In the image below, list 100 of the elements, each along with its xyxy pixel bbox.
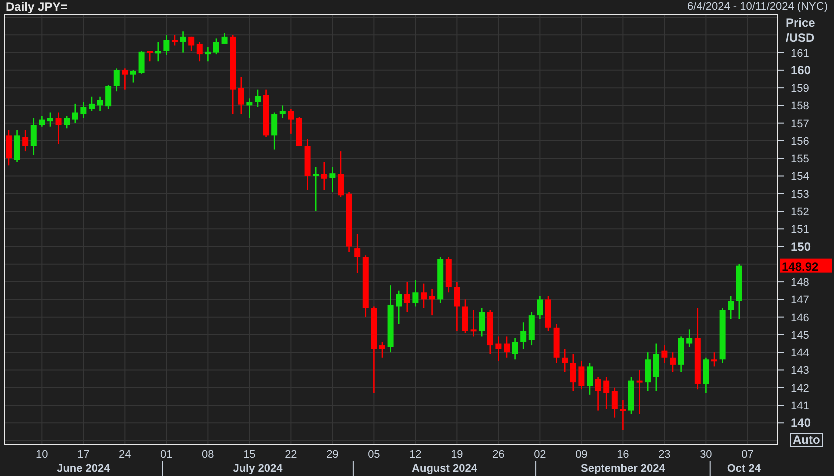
candlestick bbox=[404, 282, 410, 312]
y-axis-label: 146 bbox=[791, 312, 810, 324]
y-axis-label: 159 bbox=[791, 83, 810, 96]
month-label: June 2024 bbox=[57, 463, 110, 475]
candlestick bbox=[272, 112, 278, 150]
candlestick bbox=[578, 361, 585, 390]
candlestick bbox=[703, 358, 710, 394]
candlestick bbox=[196, 42, 203, 62]
candlestick bbox=[504, 336, 510, 358]
candlestick bbox=[238, 77, 244, 115]
candlestick bbox=[604, 377, 610, 410]
candlestick bbox=[462, 300, 468, 334]
candlestick bbox=[114, 68, 120, 92]
candlestick bbox=[487, 310, 494, 354]
month-label: Oct 24 bbox=[727, 463, 761, 475]
candlestick bbox=[130, 70, 136, 83]
auto-scale-button[interactable]: Auto bbox=[790, 433, 824, 447]
candlestick bbox=[528, 312, 535, 346]
x-axis-label: 07 bbox=[742, 449, 754, 461]
x-axis-label: 23 bbox=[658, 449, 671, 461]
chart-title: Daily JPY= bbox=[6, 0, 68, 14]
candlestick bbox=[88, 96, 95, 111]
date-range: 6/4/2024 - 10/11/2024 (NYC) bbox=[688, 1, 828, 13]
candlestick bbox=[520, 322, 527, 350]
y-axis-label: 160 bbox=[791, 63, 812, 78]
x-axis-label: 17 bbox=[78, 449, 90, 461]
y-axis-label: 151 bbox=[791, 224, 810, 236]
y-axis-label: 154 bbox=[791, 171, 810, 184]
y-axis-label: 150 bbox=[791, 240, 812, 254]
candlestick bbox=[213, 38, 220, 55]
candlestick bbox=[205, 48, 212, 62]
x-axis-label: 15 bbox=[244, 449, 256, 461]
candlestick bbox=[628, 377, 634, 414]
y-axis-label: 148 bbox=[791, 277, 810, 290]
y-axis-label: 153 bbox=[791, 188, 810, 201]
candlestick bbox=[570, 354, 576, 392]
y-axis-label: 143 bbox=[791, 365, 810, 378]
x-axis-label: 24 bbox=[119, 449, 132, 461]
candlestick bbox=[537, 296, 544, 320]
x-axis-label: 29 bbox=[326, 449, 339, 461]
candlestick bbox=[22, 130, 29, 152]
candlestick bbox=[421, 284, 427, 308]
candlestick bbox=[280, 106, 286, 118]
candlestick bbox=[479, 308, 486, 337]
candlestick bbox=[106, 85, 112, 110]
candlestick bbox=[546, 296, 552, 332]
x-axis-label: 09 bbox=[576, 449, 588, 461]
candlestick bbox=[438, 257, 444, 304]
candlestick bbox=[678, 336, 684, 372]
candlestick bbox=[412, 280, 419, 307]
candlestick bbox=[396, 290, 402, 324]
candlestick bbox=[64, 116, 70, 129]
candlestick bbox=[653, 344, 660, 392]
y-axis-label: 142 bbox=[791, 382, 810, 395]
month-label: September 2024 bbox=[581, 463, 666, 475]
candlestick bbox=[172, 35, 178, 46]
candlestick bbox=[454, 282, 460, 332]
candlestick bbox=[728, 296, 734, 320]
candlestick bbox=[338, 152, 344, 198]
candlestick bbox=[222, 33, 228, 44]
x-axis-label: 08 bbox=[202, 449, 214, 461]
y-axis-label: 161 bbox=[791, 48, 810, 60]
y-axis-label: 157 bbox=[791, 118, 810, 130]
x-axis-label: 12 bbox=[410, 449, 422, 461]
candlestick bbox=[47, 112, 54, 127]
month-label: July 2024 bbox=[233, 463, 283, 475]
y-axis-label: 141 bbox=[791, 400, 810, 412]
candlestick bbox=[446, 257, 452, 293]
y-axis-label: 147 bbox=[791, 294, 810, 307]
candlestick bbox=[712, 352, 718, 367]
last-price-tag: 148.92 bbox=[780, 258, 832, 274]
candlestick bbox=[14, 130, 20, 162]
candlestick bbox=[321, 162, 328, 190]
candlestick bbox=[554, 324, 560, 364]
candlestick bbox=[188, 36, 195, 52]
candlestick bbox=[388, 286, 394, 353]
x-axis-label: 26 bbox=[492, 449, 505, 461]
candlestick bbox=[620, 400, 626, 430]
candlestick bbox=[686, 330, 693, 348]
candlestick bbox=[587, 363, 593, 395]
candlestick bbox=[39, 116, 46, 127]
y-axis-label: 144 bbox=[791, 348, 810, 360]
candlestick bbox=[612, 388, 618, 418]
candlestick bbox=[288, 109, 294, 134]
x-axis-label: 10 bbox=[36, 449, 48, 461]
candlestick bbox=[736, 264, 742, 320]
y-axis-label: 145 bbox=[791, 330, 810, 342]
candlestick bbox=[180, 32, 186, 53]
x-axis-label: 19 bbox=[451, 449, 464, 461]
candlestick bbox=[470, 310, 477, 337]
candlestick bbox=[662, 346, 668, 364]
candlestick bbox=[429, 289, 436, 316]
candlestick bbox=[56, 112, 62, 144]
month-label: August 2024 bbox=[412, 463, 478, 475]
x-axis-label: 05 bbox=[368, 449, 380, 461]
candlestick bbox=[595, 377, 602, 411]
candlestick bbox=[496, 336, 502, 362]
y-axis-label: 156 bbox=[791, 136, 810, 148]
x-axis-label: 22 bbox=[285, 449, 298, 461]
candlestick bbox=[6, 130, 12, 166]
